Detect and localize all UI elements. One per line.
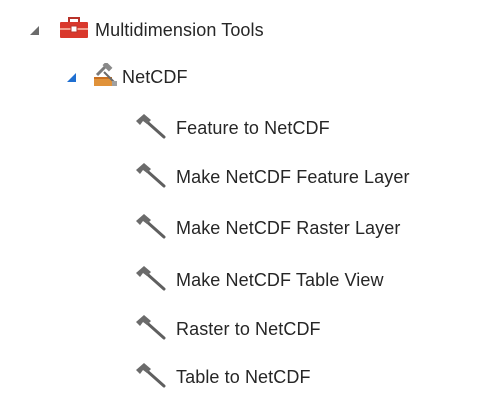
collapse-arrow-icon[interactable] [67, 72, 76, 82]
tool-label: Feature to NetCDF [176, 117, 330, 138]
tree-item-label: Multidimension Tools [95, 19, 264, 40]
tool-table-to-netcdf[interactable]: Table to NetCDF [0, 359, 481, 395]
tool-label: Raster to NetCDF [176, 318, 321, 339]
tool-raster-to-netcdf[interactable]: Raster to NetCDF [0, 311, 481, 347]
toolbox-tree: Multidimension Tools NetCDF Feature to N… [0, 0, 481, 405]
tool-make-netcdf-feature-layer[interactable]: Make NetCDF Feature Layer [0, 159, 481, 195]
tool-feature-to-netcdf[interactable]: Feature to NetCDF [0, 110, 481, 146]
toolset-icon [92, 61, 118, 92]
collapse-arrow-icon[interactable] [30, 25, 39, 35]
tool-label: Make NetCDF Table View [176, 269, 384, 290]
tool-label: Make NetCDF Raster Layer [176, 217, 401, 238]
hammer-icon [134, 162, 166, 193]
tool-make-netcdf-raster-layer[interactable]: Make NetCDF Raster Layer [0, 210, 481, 246]
tree-item-label: NetCDF [122, 66, 188, 87]
tree-item-netcdf[interactable]: NetCDF [0, 59, 481, 95]
tool-make-netcdf-table-view[interactable]: Make NetCDF Table View [0, 262, 481, 298]
toolbox-icon [59, 16, 89, 44]
hammer-icon [134, 113, 166, 144]
tree-item-multidimension-tools[interactable]: Multidimension Tools [0, 12, 481, 48]
tool-label: Table to NetCDF [176, 366, 311, 387]
tool-label: Make NetCDF Feature Layer [176, 166, 410, 187]
hammer-icon [134, 314, 166, 345]
hammer-icon [134, 362, 166, 393]
hammer-icon [134, 213, 166, 244]
hammer-icon [134, 265, 166, 296]
